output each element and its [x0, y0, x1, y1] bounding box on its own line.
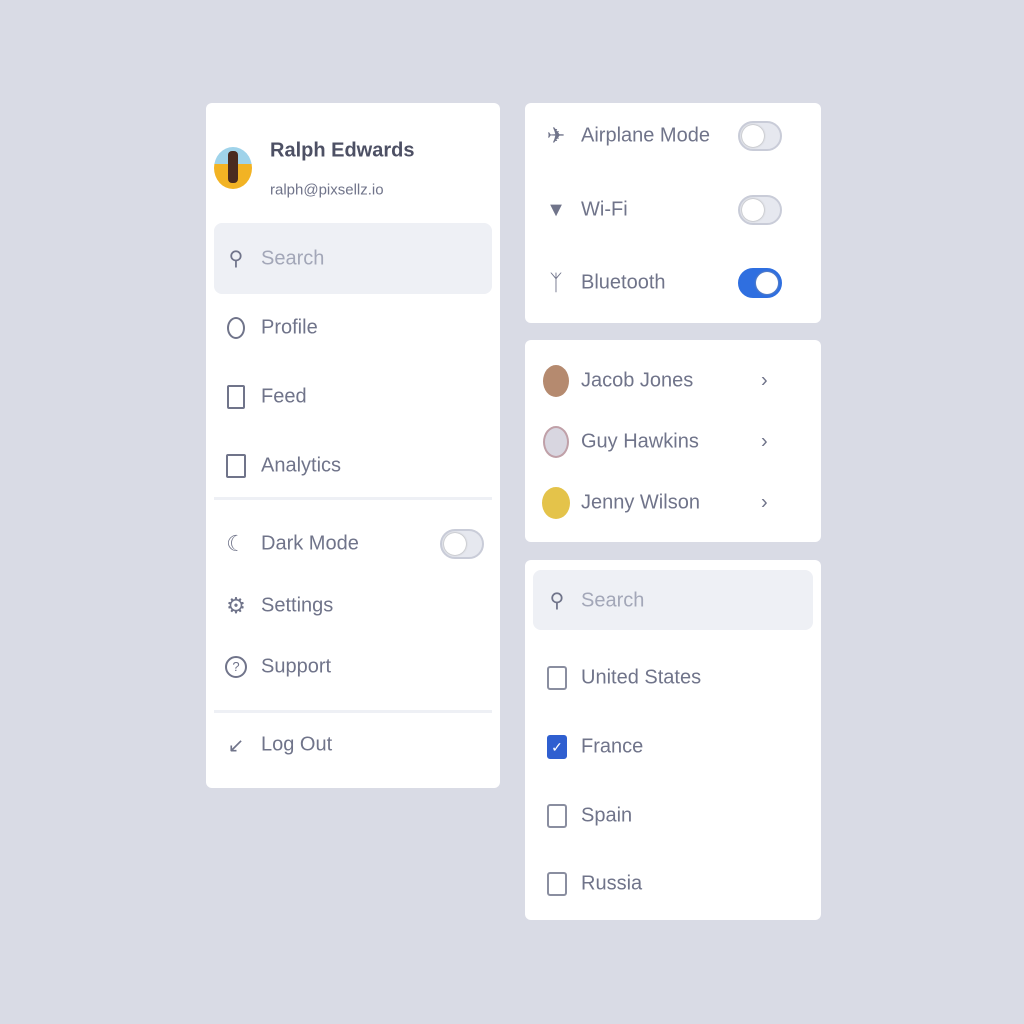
country-search-input[interactable]: ⚲ Search — [533, 570, 813, 630]
search-icon: ⚲ — [228, 247, 244, 270]
country-filter-card: ⚲ Search United States ✓ France Spain Ru… — [525, 560, 821, 920]
avatar — [542, 487, 570, 519]
menu-item-label: Analytics — [261, 454, 342, 477]
moon-icon: ☾ — [226, 531, 246, 556]
checkbox[interactable] — [547, 666, 567, 690]
search-input[interactable]: ⚲ Search — [214, 223, 492, 294]
menu-card: Ralph Edwards ralph@pixsellz.io ⚲ Search… — [206, 103, 500, 788]
bluetooth-toggle[interactable] — [738, 268, 782, 298]
bluetooth-icon: ᛉ — [549, 270, 563, 295]
feed-icon — [225, 385, 247, 409]
checkbox[interactable] — [547, 804, 567, 828]
analytics-icon — [225, 454, 247, 478]
bluetooth-label: Bluetooth — [581, 271, 666, 294]
contacts-card: Jacob Jones › Guy Hawkins › Jenny Wilson… — [525, 340, 821, 542]
contact-name: Jacob Jones — [581, 369, 694, 392]
search-placeholder: Search — [581, 589, 645, 612]
search-icon: ⚲ — [549, 589, 565, 612]
country-label: United States — [581, 666, 702, 689]
avatar — [543, 365, 569, 397]
user-name: Ralph Edwards — [270, 139, 415, 162]
divider — [214, 497, 492, 500]
logout-label: Log Out — [261, 733, 333, 756]
avatar — [214, 147, 252, 189]
contact-name: Jenny Wilson — [581, 491, 700, 514]
airplane-mode-label: Airplane Mode — [581, 124, 710, 147]
wifi-toggle[interactable] — [738, 195, 782, 225]
divider — [214, 710, 492, 713]
country-label: France — [581, 735, 644, 758]
country-label: Russia — [581, 872, 643, 895]
wifi-label: Wi-Fi — [581, 198, 628, 221]
menu-item-label: Feed — [261, 385, 307, 408]
search-placeholder: Search — [261, 247, 325, 270]
checkbox[interactable] — [547, 872, 567, 896]
menu-item-label: Support — [261, 655, 332, 678]
help-icon: ? — [225, 656, 247, 678]
checkbox-checked[interactable]: ✓ — [547, 735, 567, 759]
wifi-icon: ▼ — [546, 198, 566, 221]
connectivity-card: ✈ Airplane Mode ▼ Wi-Fi ᛉ Bluetooth — [525, 103, 821, 323]
user-icon — [225, 317, 247, 339]
contact-name: Guy Hawkins — [581, 430, 699, 453]
menu-item-label: Settings — [261, 594, 334, 617]
menu-item-label: Profile — [261, 316, 318, 339]
country-label: Spain — [581, 804, 633, 827]
dark-mode-label: Dark Mode — [261, 532, 359, 555]
gear-icon: ⚙ — [226, 593, 246, 618]
avatar — [543, 426, 569, 458]
user-email: ralph@pixsellz.io — [270, 181, 384, 199]
airplane-mode-toggle[interactable] — [738, 121, 782, 151]
airplane-icon: ✈ — [546, 123, 566, 148]
chevron-right-icon: › — [761, 491, 768, 514]
chevron-right-icon: › — [761, 369, 768, 392]
dark-mode-toggle[interactable] — [440, 529, 484, 559]
logout-icon: ↙ — [227, 734, 245, 757]
chevron-right-icon: › — [761, 430, 768, 453]
